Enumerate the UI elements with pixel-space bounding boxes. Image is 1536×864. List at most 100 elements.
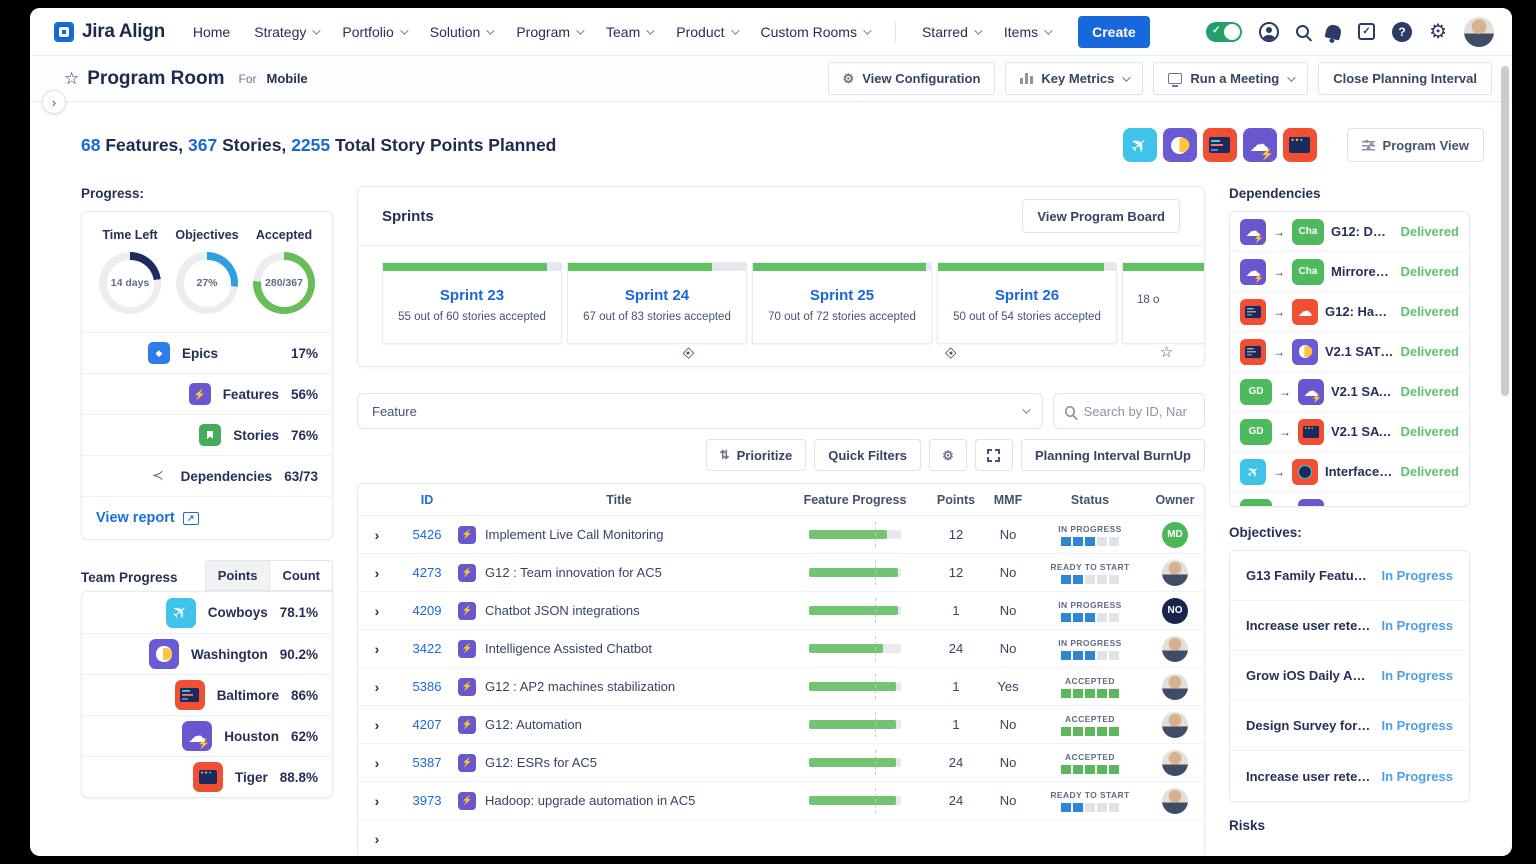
- owner-avatar[interactable]: [1162, 673, 1188, 700]
- nav-item-portfolio[interactable]: Portfolio: [342, 24, 409, 40]
- quick-filters-button[interactable]: Quick Filters: [814, 439, 921, 471]
- scrollbar-thumb[interactable]: [1501, 66, 1509, 396]
- progress-row-dependencies[interactable]: Dependencies 63/73: [82, 455, 332, 496]
- objective-name[interactable]: G13 Family Feature for...: [1246, 568, 1371, 583]
- owner-avatar[interactable]: NO: [1162, 597, 1188, 624]
- team-row-tiger[interactable]: Tiger 88.8%: [82, 756, 332, 797]
- objective-name[interactable]: Grow iOS Daily Active ...: [1246, 668, 1371, 683]
- nav-item-custom-rooms[interactable]: Custom Rooms: [761, 24, 872, 40]
- sprint-25-link[interactable]: Sprint 25: [761, 287, 923, 304]
- expand-row-chevron[interactable]: ›: [358, 831, 396, 847]
- close-planning-interval-button[interactable]: Close Planning Interval: [1318, 62, 1492, 95]
- objective-name[interactable]: Increase user retentio...: [1246, 618, 1371, 633]
- feature-id-link[interactable]: 4207: [396, 717, 458, 732]
- jira-align-logo[interactable]: Jira Align: [54, 21, 165, 43]
- progress-row-epics[interactable]: Epics 17%: [82, 332, 332, 373]
- notifications-bell-icon[interactable]: [1324, 22, 1343, 41]
- owner-avatar[interactable]: [1162, 787, 1188, 814]
- run-a-meeting-button[interactable]: Run a Meeting: [1153, 62, 1309, 95]
- nav-item-product[interactable]: Product: [676, 24, 740, 40]
- dependency-name[interactable]: G12: Hadoo...: [1325, 304, 1393, 319]
- expand-row-chevron[interactable]: ›: [358, 679, 396, 695]
- tasks-checkbox-icon[interactable]: [1358, 23, 1376, 40]
- dependencies-label: Dependencies: [1229, 186, 1321, 201]
- search-input[interactable]: [1083, 403, 1194, 419]
- column-title[interactable]: Title: [458, 493, 780, 507]
- feature-id-link[interactable]: 5387: [396, 755, 458, 770]
- feature-id-link[interactable]: 3973: [396, 793, 458, 808]
- objective-name[interactable]: Design Survey for Call...: [1246, 718, 1371, 733]
- sprint-24-link[interactable]: Sprint 24: [576, 287, 738, 304]
- program-view-button[interactable]: Program View: [1346, 128, 1484, 162]
- column-points[interactable]: Points: [930, 493, 982, 507]
- objective-name[interactable]: Increase user retentio...: [1246, 769, 1371, 784]
- expand-row-chevron[interactable]: ›: [358, 603, 396, 619]
- feature-id-link[interactable]: 3422: [396, 641, 458, 656]
- team-row-cowboys[interactable]: Cowboys 78.1%: [82, 592, 332, 633]
- nav-item-starred[interactable]: Starred: [922, 24, 983, 40]
- owner-avatar[interactable]: MD: [1162, 521, 1188, 548]
- nav-item-team[interactable]: Team: [606, 24, 655, 40]
- item-type-select[interactable]: Feature: [357, 393, 1043, 429]
- tab-points[interactable]: Points: [204, 560, 271, 591]
- tab-count[interactable]: Count: [270, 560, 333, 591]
- create-button[interactable]: Create: [1078, 15, 1150, 48]
- prioritize-button[interactable]: ⇅ Prioritize: [705, 439, 807, 471]
- sprint-23-link[interactable]: Sprint 23: [391, 287, 553, 304]
- view-configuration-button[interactable]: ⚙ View Configuration: [827, 62, 996, 95]
- settings-gear-icon[interactable]: ⚙: [1429, 22, 1447, 42]
- progress-row-stories[interactable]: Stories 76%: [82, 414, 332, 455]
- sidebar-expand-handle[interactable]: ›: [42, 90, 66, 114]
- view-program-board-button[interactable]: View Program Board: [1022, 199, 1180, 233]
- team-row-houston[interactable]: Houston 62%: [82, 715, 332, 756]
- nav-item-solution[interactable]: Solution: [430, 24, 495, 40]
- feature-id-link[interactable]: 5426: [396, 527, 458, 542]
- favorite-star-icon[interactable]: ☆: [64, 69, 79, 89]
- dependency-name[interactable]: Interface: P...: [1325, 464, 1393, 479]
- column-feature-progress[interactable]: Feature Progress: [780, 493, 930, 507]
- dependency-name[interactable]: V2.1 SAT ...: [1331, 384, 1393, 399]
- planning-interval-burnup-button[interactable]: Planning Interval BurnUp: [1020, 439, 1205, 471]
- feature-id-link[interactable]: 5386: [396, 679, 458, 694]
- dependency-name[interactable]: Mirrored ...: [1331, 264, 1393, 279]
- nav-item-home[interactable]: Home: [193, 24, 230, 40]
- help-icon[interactable]: [1392, 21, 1413, 42]
- expand-row-chevron[interactable]: ›: [358, 565, 396, 581]
- expand-row-chevron[interactable]: ›: [358, 793, 396, 809]
- owner-avatar[interactable]: [1162, 749, 1188, 776]
- nav-item-items[interactable]: Items: [1004, 24, 1053, 40]
- context-selector[interactable]: Mobile: [267, 71, 308, 86]
- team-row-washington[interactable]: Washington 90.2%: [82, 633, 332, 674]
- column-owner[interactable]: Owner: [1146, 493, 1204, 507]
- expand-row-chevron[interactable]: ›: [358, 717, 396, 733]
- sprint-26-link[interactable]: Sprint 26: [946, 287, 1108, 304]
- status-toggle[interactable]: [1206, 21, 1243, 42]
- expand-row-chevron[interactable]: ›: [358, 641, 396, 657]
- team-row-baltimore[interactable]: Baltimore 86%: [82, 674, 332, 715]
- feature-id-link[interactable]: 4273: [396, 565, 458, 580]
- search-icon[interactable]: [1296, 25, 1310, 38]
- progress-rings: Time Left 14 days Objectives 27% Accepte…: [82, 212, 332, 332]
- nav-item-program[interactable]: Program: [516, 24, 585, 40]
- user-avatar[interactable]: [1464, 16, 1494, 47]
- nav-item-strategy[interactable]: Strategy: [254, 24, 322, 40]
- account-icon[interactable]: [1259, 21, 1280, 42]
- owner-avatar[interactable]: [1162, 559, 1188, 586]
- column-id[interactable]: ID: [396, 493, 458, 507]
- dependency-name[interactable]: V2.1 SAT ...: [1331, 424, 1393, 439]
- owner-avatar[interactable]: [1162, 711, 1188, 738]
- status-cell: IN PROGRESS: [1034, 524, 1146, 546]
- feature-id-link[interactable]: 4209: [396, 603, 458, 618]
- column-status[interactable]: Status: [1034, 493, 1146, 507]
- dependency-name[interactable]: G12: DB c...: [1331, 224, 1393, 239]
- expand-row-chevron[interactable]: ›: [358, 527, 396, 543]
- table-settings-button[interactable]: ⚙: [928, 439, 967, 471]
- key-metrics-button[interactable]: Key Metrics: [1005, 62, 1144, 95]
- view-report-link[interactable]: View report: [96, 510, 175, 526]
- column-mmf[interactable]: MMF: [982, 493, 1034, 507]
- owner-avatar[interactable]: [1162, 635, 1188, 662]
- expand-row-chevron[interactable]: ›: [358, 755, 396, 771]
- expand-table-button[interactable]: [974, 439, 1013, 471]
- dependency-name[interactable]: V2.1 SAT - ...: [1325, 344, 1393, 359]
- progress-row-features[interactable]: Features 56%: [82, 373, 332, 414]
